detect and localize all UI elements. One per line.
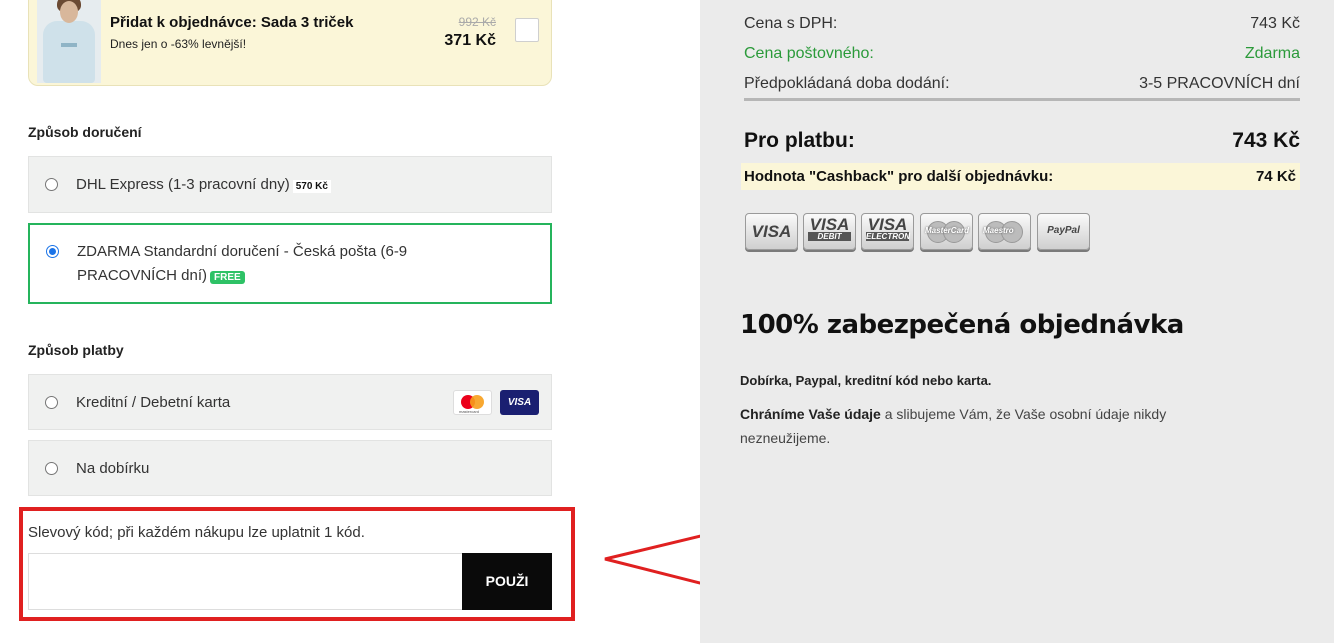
visa-logo: VISA bbox=[745, 213, 798, 250]
delivery-option-dhl[interactable]: DHL Express (1-3 pracovní dny) 570 Kč bbox=[28, 156, 552, 213]
delivery-section-title: Způsob doručení bbox=[28, 124, 142, 140]
secure-order-title: 100% zabezpečená objednávka bbox=[740, 310, 1184, 340]
maestro-logo: Maestro bbox=[978, 213, 1031, 250]
payment-option-cod[interactable]: Na dobírku bbox=[28, 440, 552, 496]
summary-row-price: Cena s DPH: 743 Kč bbox=[744, 15, 1300, 32]
visa-icon: VISA bbox=[500, 390, 539, 415]
apply-promo-button[interactable]: POUŽI bbox=[462, 553, 552, 610]
payment-section-title: Způsob platby bbox=[28, 342, 124, 358]
order-summary-panel: Cena s DPH: 743 Kč Cena poštovného: Zdarma… bbox=[700, 0, 1334, 643]
promo-code-label: Slevový kód; při každém nákupu lze uplat… bbox=[28, 524, 365, 541]
delivery-ceska-posta-radio[interactable] bbox=[46, 245, 59, 258]
summary-divider bbox=[744, 98, 1300, 101]
upsell-title: Přidat k objednávce: Sada 3 triček bbox=[110, 14, 354, 31]
delivery-dhl-label: DHL Express (1-3 pracovní dny) 570 Kč bbox=[76, 173, 331, 199]
upsell-card: Přidat k objednávce: Sada 3 triček Dnes … bbox=[28, 0, 552, 86]
payment-card-radio[interactable] bbox=[45, 396, 58, 409]
secure-privacy-note: Chráníme Vaše údaje a slibujeme Vám, že … bbox=[740, 406, 1167, 446]
promo-code-input[interactable] bbox=[28, 553, 464, 610]
secure-payment-methods: Dobírka, Paypal, kreditní kód nebo karta… bbox=[740, 373, 992, 388]
upsell-old-price: 992 Kč bbox=[458, 15, 496, 29]
payment-cod-radio[interactable] bbox=[45, 462, 58, 475]
delivery-option-ceska-posta[interactable]: ZDARMA Standardní doručení - Česká pošta… bbox=[28, 223, 552, 304]
mastercard-logo: MasterCard bbox=[920, 213, 973, 250]
cashback-row: Hodnota "Cashback" pro další objednávku:… bbox=[741, 163, 1300, 190]
upsell-subtitle: Dnes jen o -63% levnější! bbox=[110, 37, 247, 51]
payment-cod-label: Na dobírku bbox=[76, 460, 150, 477]
summary-row-shipping: Cena poštovného: Zdarma bbox=[744, 45, 1300, 62]
summary-total: Pro platbu: 743 Kč bbox=[744, 129, 1300, 152]
summary-row-delivery-time: Předpokládaná doba dodání: 3-5 PRACOVNÍCH… bbox=[744, 75, 1300, 92]
tshirt-product-image bbox=[37, 0, 101, 83]
delivery-dhl-price-badge: 570 Kč bbox=[292, 180, 331, 193]
visa-electron-logo: VISA ELECTRON bbox=[861, 213, 914, 250]
visa-debit-logo: VISA DEBIT bbox=[803, 213, 856, 250]
mastercard-icon: mastercard bbox=[453, 390, 492, 415]
payment-option-card[interactable]: Kreditní / Debetní karta mastercard VISA bbox=[28, 374, 552, 430]
delivery-ceska-posta-label: ZDARMA Standardní doručení - Česká pošta… bbox=[77, 243, 408, 284]
paypal-logo: PayPal bbox=[1037, 213, 1090, 250]
payment-card-label: Kreditní / Debetní karta bbox=[76, 394, 231, 411]
delivery-dhl-radio[interactable] bbox=[45, 178, 58, 191]
free-badge: FREE bbox=[210, 271, 245, 284]
upsell-add-checkbox[interactable] bbox=[515, 18, 539, 42]
upsell-new-price: 371 Kč bbox=[444, 32, 496, 49]
